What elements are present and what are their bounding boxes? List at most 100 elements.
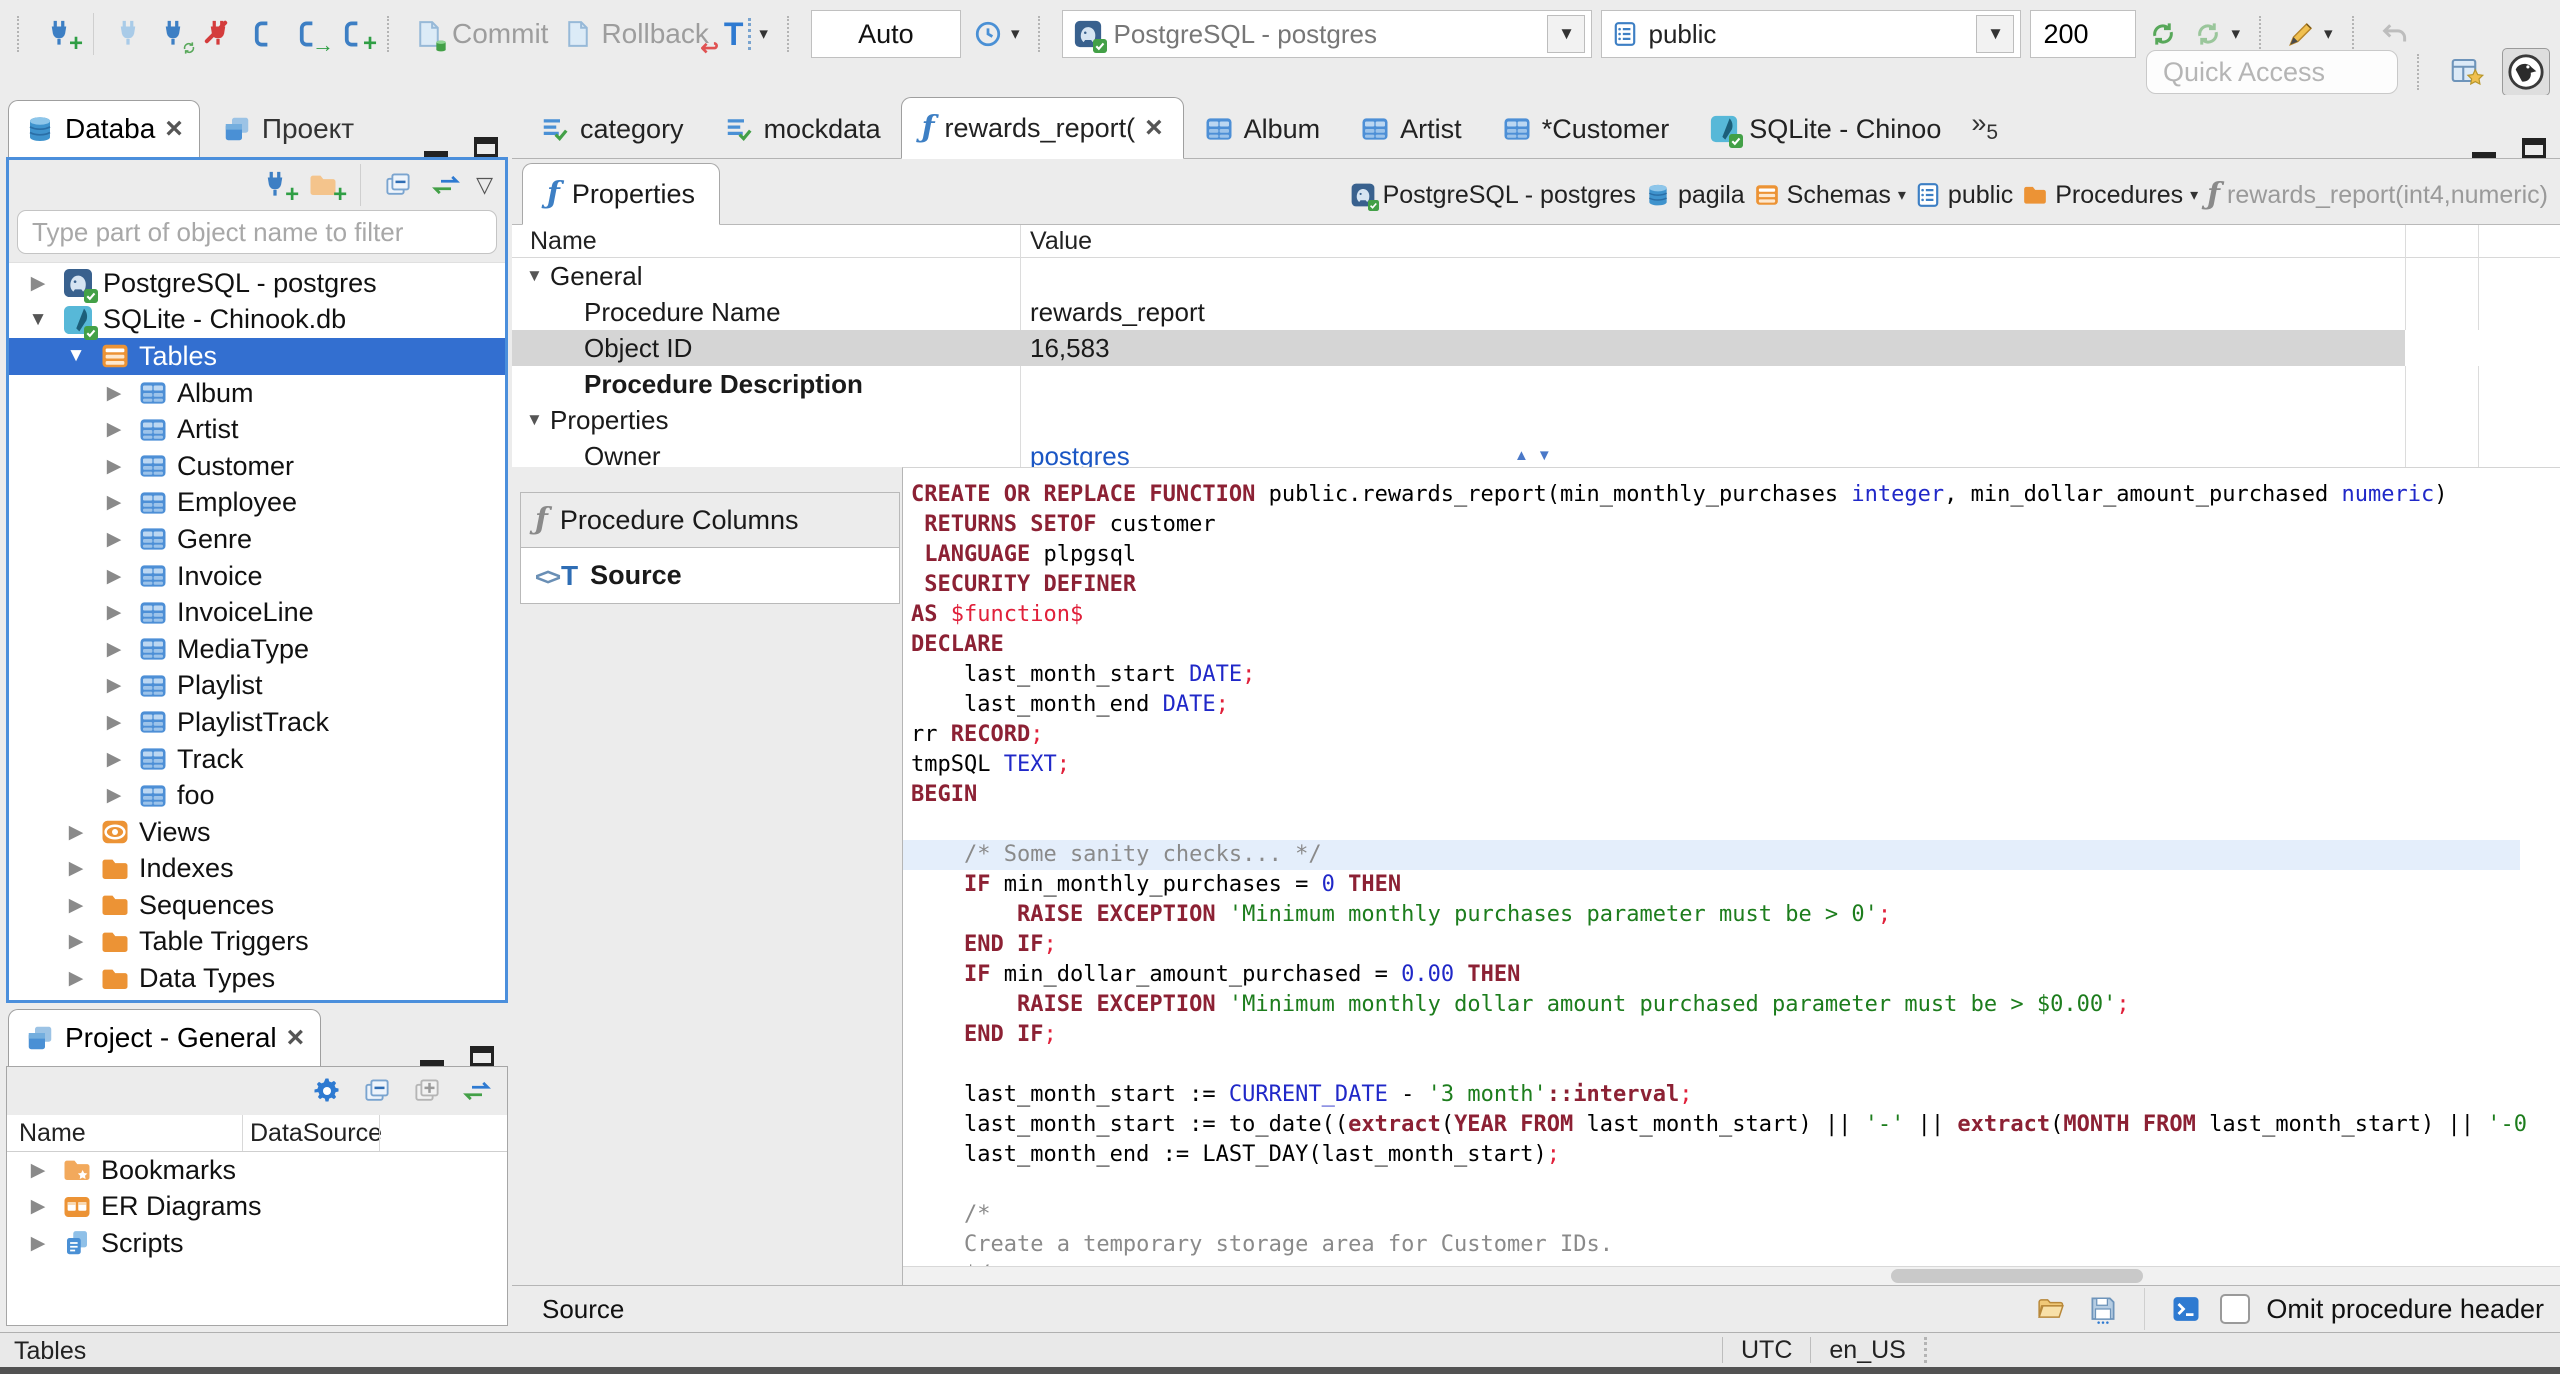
maximize-icon[interactable] <box>2522 137 2546 158</box>
tab-mockdata[interactable]: mockdata <box>704 100 901 158</box>
link-with-editor-button[interactable] <box>428 167 464 203</box>
tree-item-playlist[interactable]: ▶ Playlist <box>9 668 505 705</box>
open-in-sql-console-button[interactable] <box>2168 1291 2204 1327</box>
open-perspective-button[interactable] <box>2444 49 2490 95</box>
toolbar-grip[interactable] <box>1038 16 1046 52</box>
open-sql-console-button[interactable]: → <box>290 16 334 56</box>
tree-item-album[interactable]: ▶ Album <box>9 375 505 412</box>
new-connection-button[interactable]: + <box>41 16 83 56</box>
connection-select[interactable]: PostgreSQL - postgres ▼ <box>1062 10 1593 58</box>
project-item-bookmarks[interactable]: ▶ Bookmarks <box>7 1152 507 1189</box>
tab-database-navigator[interactable]: Databa × <box>8 100 200 157</box>
close-icon[interactable]: × <box>287 1023 305 1053</box>
chevron-right-icon[interactable]: ▶ <box>61 821 91 844</box>
dbeaver-perspective-button[interactable] <box>2502 48 2550 96</box>
tree-item-sqlite-connection[interactable]: ▼ SQLite - Chinook.db <box>9 302 505 339</box>
toolbar-grip[interactable] <box>2351 16 2360 52</box>
tree-item-views[interactable]: ▶ Views <box>9 814 505 851</box>
breadcrumb-procedures[interactable]: Procedures ▾ <box>2022 181 2198 210</box>
schema-select[interactable]: public ▼ <box>1601 10 2022 58</box>
close-icon[interactable]: × <box>1145 113 1163 143</box>
query-history-button[interactable]: ▾ <box>970 16 1023 52</box>
chevron-right-icon[interactable]: ▶ <box>99 674 129 697</box>
breadcrumb-schema[interactable]: public <box>1915 181 2013 210</box>
chevron-right-icon[interactable]: ▶ <box>99 528 129 551</box>
tree-item-postgres-connection[interactable]: ▶ PostgreSQL - postgres <box>9 265 505 302</box>
chevron-right-icon[interactable]: ▶ <box>99 711 129 734</box>
toolbar-grip[interactable] <box>2417 54 2425 90</box>
page-source[interactable]: <>T Source <box>520 548 900 604</box>
owner-link[interactable]: postgres <box>1030 441 1130 468</box>
property-row-object-id[interactable]: Object ID 16,583 <box>512 330 2560 366</box>
chevron-right-icon[interactable]: ▶ <box>99 784 129 807</box>
collapse-all-button[interactable] <box>359 1073 395 1109</box>
tab-project-general[interactable]: Project - General × <box>8 1009 322 1066</box>
more-tabs-button[interactable]: »5 <box>1971 110 1998 144</box>
tree-item-genre[interactable]: ▶ Genre <box>9 521 505 558</box>
link-with-editor-button[interactable] <box>459 1073 495 1109</box>
object-filter-input[interactable] <box>17 210 497 254</box>
sync-connection-button[interactable]: ▾ <box>2190 16 2243 52</box>
chevron-down-icon[interactable]: ▼ <box>61 345 91 367</box>
tab-category[interactable]: category <box>520 100 704 158</box>
horizontal-scrollbar[interactable] <box>903 1266 2560 1285</box>
tree-item-table-triggers[interactable]: ▶ Table Triggers <box>9 924 505 961</box>
settings-button[interactable] <box>309 1073 345 1109</box>
chevron-right-icon[interactable]: ▶ <box>99 638 129 661</box>
breadcrumb-database[interactable]: pagila <box>1645 181 1745 210</box>
property-row-procedure-name[interactable]: Procedure Name rewards_report <box>512 294 2560 330</box>
tree-item-indexes[interactable]: ▶ Indexes <box>9 851 505 888</box>
chevron-down-icon[interactable]: ▼ <box>526 266 548 286</box>
dropdown-arrow[interactable]: ▼ <box>1976 15 2015 53</box>
rollback-button[interactable]: ↩ Rollback <box>560 15 719 59</box>
timezone-indicator[interactable]: UTC <box>1741 1336 1792 1365</box>
highlighter-button[interactable]: ▾ <box>2283 16 2336 52</box>
chevron-right-icon[interactable]: ▶ <box>61 930 91 953</box>
column-header-datasource[interactable]: DataSource <box>250 1119 382 1148</box>
page-procedure-columns[interactable]: ƒ Procedure Columns <box>520 492 900 548</box>
project-item-er-diagrams[interactable]: ▶ ER Diagrams <box>7 1189 507 1226</box>
toolbar-grip[interactable] <box>786 16 795 52</box>
property-row-properties[interactable]: ▼ Properties <box>512 402 2560 438</box>
view-menu-icon[interactable]: ▽ <box>476 172 493 198</box>
reconnect-button[interactable] <box>155 16 191 52</box>
sql-editor-button[interactable] <box>245 16 281 52</box>
breadcrumb-schemas[interactable]: Schemas ▾ <box>1754 181 1906 210</box>
minimize-icon[interactable] <box>424 136 448 157</box>
chevron-right-icon[interactable]: ▶ <box>23 1159 53 1182</box>
chevron-right-icon[interactable]: ▶ <box>99 491 129 514</box>
tab-album[interactable]: Album <box>1184 100 1341 158</box>
property-row-procedure-description[interactable]: Procedure Description <box>512 366 2560 402</box>
omit-procedure-header-checkbox[interactable] <box>2220 1294 2251 1324</box>
tab-sqlite-chinook[interactable]: SQLite - Chinoo <box>1689 100 1961 158</box>
toolbar-grip[interactable] <box>17 16 25 52</box>
undo-button[interactable] <box>2376 16 2412 52</box>
tab-properties[interactable]: ƒ Properties <box>522 163 720 225</box>
toolbar-grip[interactable] <box>387 16 395 52</box>
breadcrumb-procedure[interactable]: ƒ rewards_report(int4,numeric) <box>2207 180 2548 210</box>
source-code[interactable]: CREATE OR REPLACE FUNCTION public.reward… <box>903 480 2560 1267</box>
dropdown-arrow[interactable]: ▼ <box>1547 15 1586 53</box>
refresh-button[interactable] <box>2145 16 2181 52</box>
locale-indicator[interactable]: en_US <box>1829 1336 1905 1365</box>
column-header-value[interactable]: Value <box>1030 227 1092 256</box>
minimize-icon[interactable] <box>2472 137 2496 158</box>
property-row-general[interactable]: ▼ General <box>512 258 2560 294</box>
chevron-right-icon[interactable]: ▶ <box>99 601 129 624</box>
maximize-icon[interactable] <box>474 136 498 157</box>
column-header-name[interactable]: Name <box>19 1119 86 1148</box>
toolbar-grip[interactable] <box>2259 16 2267 52</box>
chevron-right-icon[interactable]: ▶ <box>23 272 53 295</box>
save-to-file-button[interactable] <box>2085 1291 2121 1327</box>
tree-item-data-types[interactable]: ▶ Data Types <box>9 960 505 997</box>
tree-item-tables[interactable]: ▼ Tables <box>9 338 505 375</box>
splitter-handle[interactable]: ▲ ▼ <box>1514 447 1552 464</box>
tree-item-playlisttrack[interactable]: ▶ PlaylistTrack <box>9 704 505 741</box>
connect-button[interactable] <box>110 16 146 52</box>
breadcrumb-connection[interactable]: PostgreSQL - postgres <box>1350 181 1636 210</box>
chevron-right-icon[interactable]: ▶ <box>99 565 129 588</box>
new-folder-button[interactable]: + <box>305 167 347 207</box>
transaction-mode-button[interactable]: T ▾ <box>721 15 771 53</box>
tree-item-customer[interactable]: ▶ Customer <box>9 448 505 485</box>
maximize-icon[interactable] <box>470 1045 494 1066</box>
